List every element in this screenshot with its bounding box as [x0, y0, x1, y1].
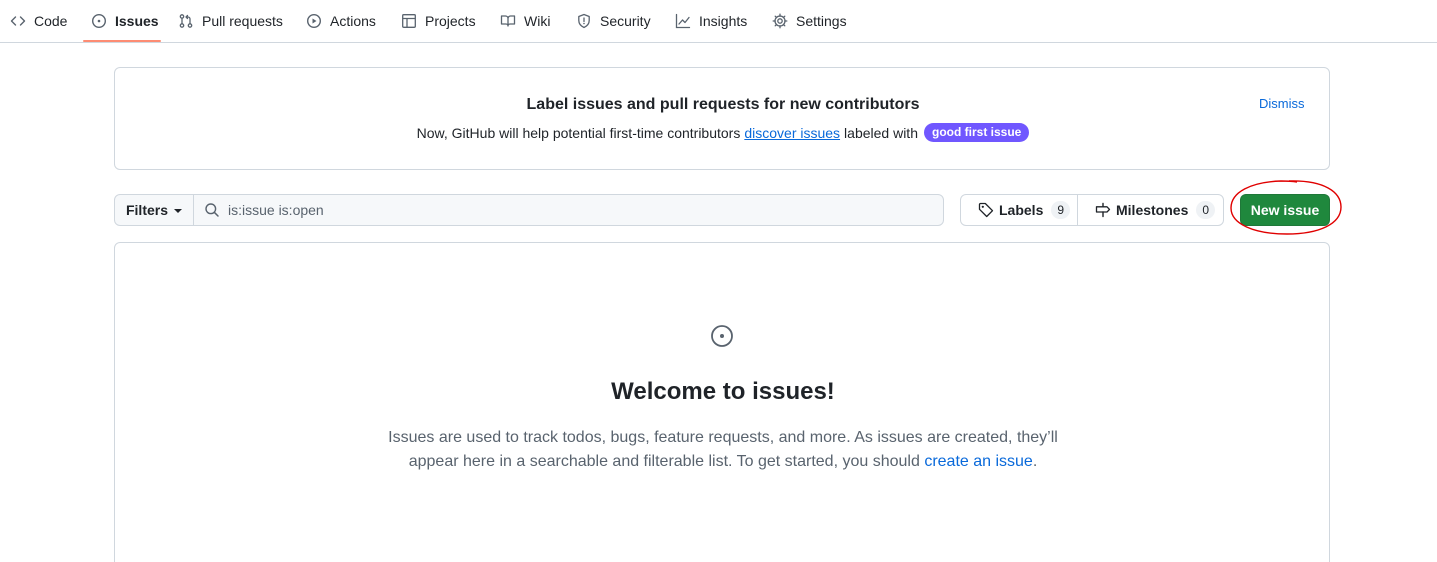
- tab-actions[interactable]: Actions: [306, 0, 376, 42]
- tab-label: Pull requests: [202, 13, 283, 29]
- book-icon: [500, 13, 516, 29]
- tab-projects[interactable]: Projects: [401, 0, 476, 42]
- triangle-down-icon: [174, 209, 182, 213]
- play-icon: [306, 13, 322, 29]
- graph-icon: [675, 13, 691, 29]
- tab-label: Security: [600, 13, 651, 29]
- blankslate-title: Welcome to issues!: [611, 378, 835, 405]
- table-icon: [401, 13, 417, 29]
- repo-nav: Code Issues Pull requests Actions Projec…: [0, 0, 1437, 43]
- tab-label: Code: [34, 13, 68, 29]
- banner-text-before: Now, GitHub will help potential first-ti…: [416, 124, 741, 141]
- tab-label: Issues: [115, 13, 159, 29]
- labels-label: Labels: [999, 202, 1044, 218]
- milestones-button[interactable]: Milestones 0: [1077, 194, 1224, 226]
- issues-blankslate: Welcome to issues! Issues are used to tr…: [114, 242, 1330, 562]
- tab-label: Actions: [330, 13, 376, 29]
- good-first-issue-label: good first issue: [923, 123, 1030, 142]
- filters-button[interactable]: Filters: [114, 194, 194, 226]
- new-contributors-banner: Label issues and pull requests for new c…: [114, 67, 1330, 170]
- tab-settings[interactable]: Settings: [772, 0, 847, 42]
- milestone-icon: [1095, 202, 1111, 218]
- issue-search[interactable]: [193, 194, 944, 226]
- issue-opened-icon: [91, 13, 107, 29]
- new-issue-button[interactable]: New issue: [1240, 194, 1330, 226]
- discover-issues-link[interactable]: discover issues: [744, 125, 840, 141]
- filters-label: Filters: [125, 202, 168, 218]
- blankslate-description: Issues are used to track todos, bugs, fe…: [375, 426, 1071, 474]
- tab-pull-requests[interactable]: Pull requests: [178, 0, 283, 42]
- tab-code[interactable]: Code: [10, 0, 67, 42]
- tab-insights[interactable]: Insights: [675, 0, 747, 42]
- banner-text: Now, GitHub will help potential first-ti…: [115, 123, 1331, 142]
- banner-text-after: labeled with: [844, 124, 918, 141]
- tab-issues[interactable]: Issues: [91, 0, 159, 42]
- tab-security[interactable]: Security: [576, 0, 651, 42]
- active-tab-indicator: [83, 40, 161, 42]
- labels-button[interactable]: Labels 9: [960, 194, 1078, 226]
- tab-label: Wiki: [524, 13, 551, 29]
- dismiss-link[interactable]: Dismiss: [1259, 96, 1305, 111]
- tag-icon: [978, 202, 994, 218]
- banner-title: Label issues and pull requests for new c…: [526, 96, 920, 113]
- milestones-count: 0: [1196, 201, 1216, 219]
- issue-opened-icon: [711, 325, 733, 347]
- shield-icon: [576, 13, 592, 29]
- blankslate-text-end: .: [1032, 453, 1038, 470]
- tab-wiki[interactable]: Wiki: [500, 0, 550, 42]
- tab-label: Insights: [699, 13, 748, 29]
- search-icon: [204, 202, 220, 218]
- create-issue-link[interactable]: create an issue: [924, 453, 1033, 470]
- milestones-label: Milestones: [1116, 202, 1189, 218]
- tab-label: Settings: [796, 13, 847, 29]
- tab-label: Projects: [425, 13, 476, 29]
- git-pull-request-icon: [178, 13, 194, 29]
- code-icon: [10, 13, 26, 29]
- search-input[interactable]: [228, 202, 928, 218]
- gear-icon: [772, 13, 788, 29]
- labels-count: 9: [1051, 201, 1071, 219]
